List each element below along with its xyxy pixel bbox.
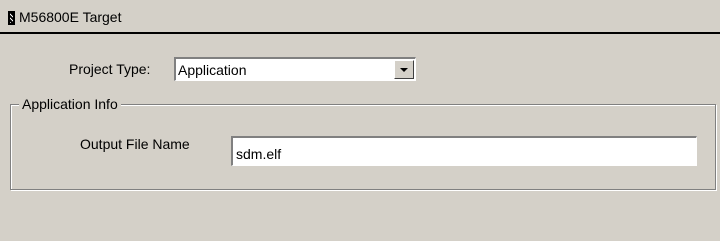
application-info-legend: Application Info — [19, 96, 121, 112]
panel-title: M56800E Target — [19, 9, 122, 25]
output-file-name-label: Output File Name — [80, 136, 190, 152]
dropdown-button[interactable] — [394, 60, 414, 79]
project-type-value: Application — [178, 62, 247, 78]
chevron-down-icon — [400, 68, 408, 72]
project-type-label: Project Type: — [69, 61, 151, 77]
output-file-name-input[interactable] — [231, 136, 697, 166]
grip-icon — [8, 11, 15, 25]
panel-header: M56800E Target — [0, 0, 720, 34]
project-type-select[interactable]: Application — [174, 57, 416, 81]
